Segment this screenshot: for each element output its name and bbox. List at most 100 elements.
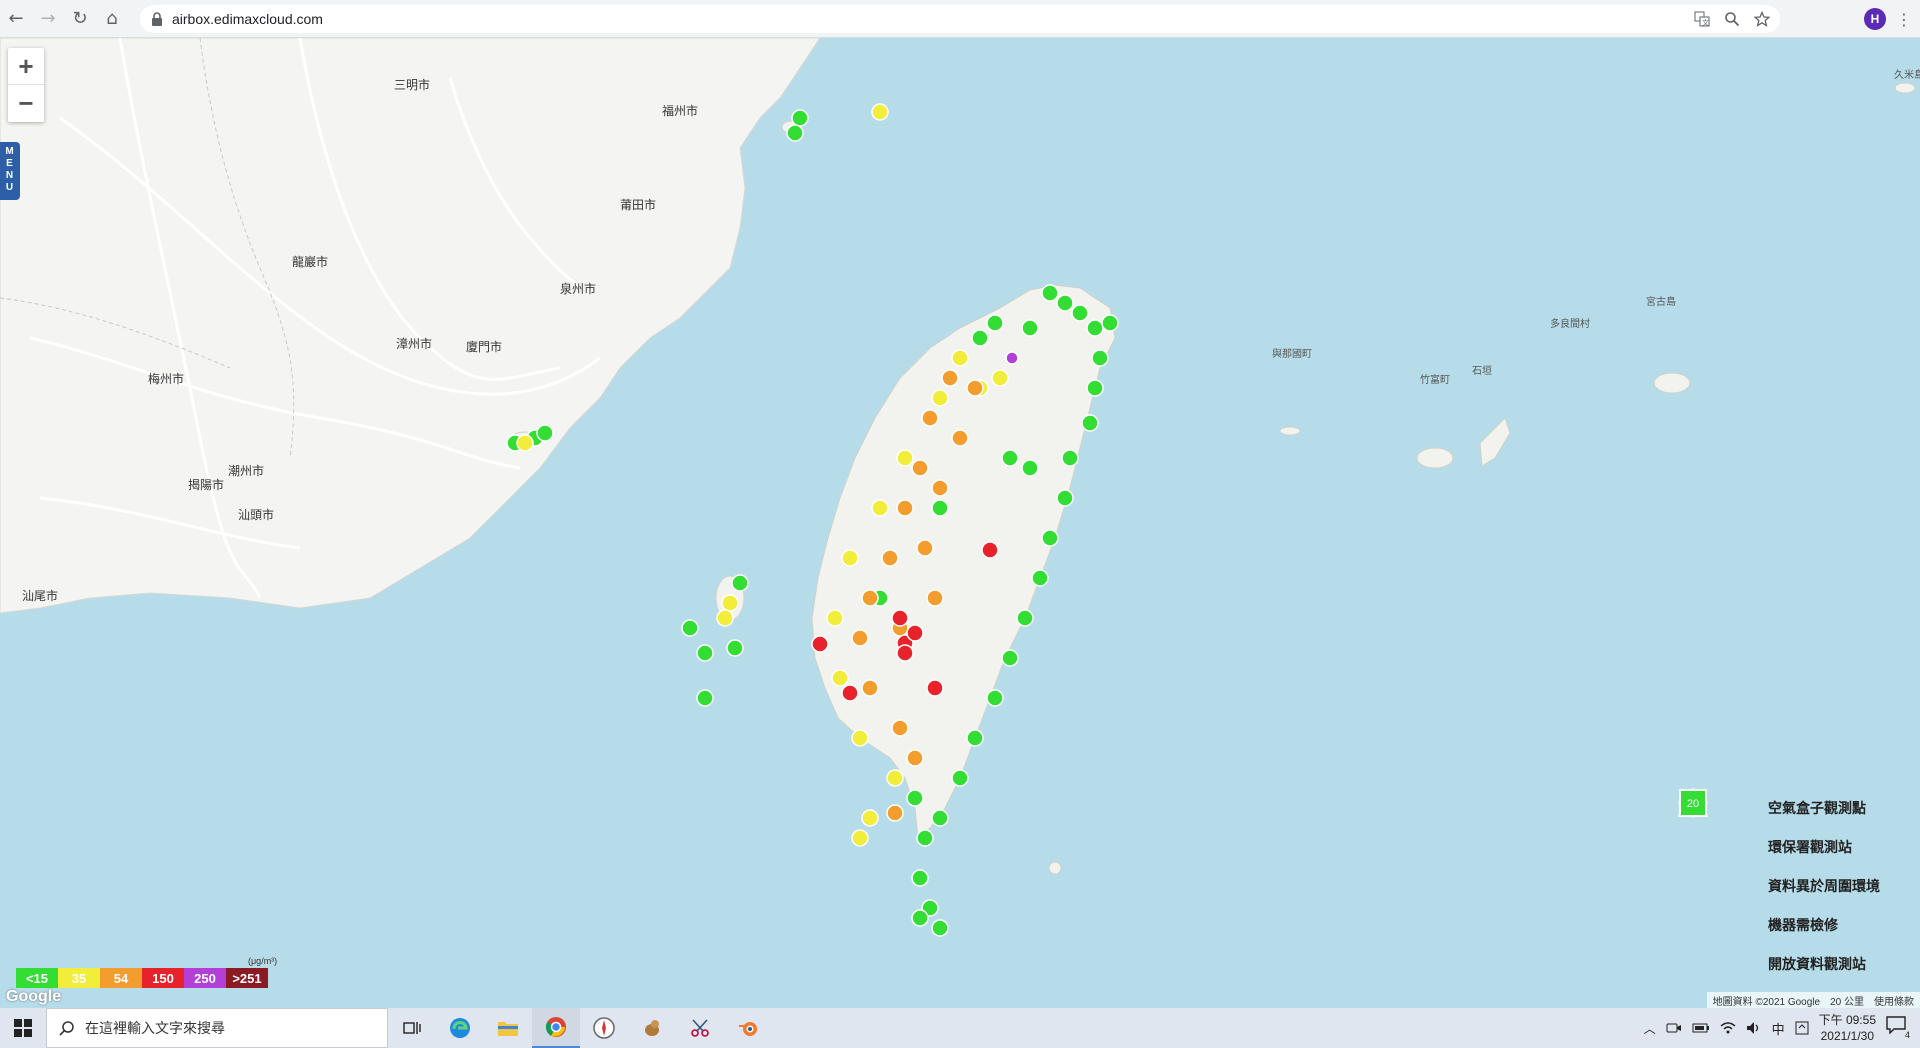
bookmark-star-icon[interactable] (1754, 11, 1770, 27)
city-label: 多良間村 (1550, 319, 1590, 330)
translate-icon[interactable]: 文 (1694, 11, 1710, 27)
zoom-icon[interactable] (1724, 11, 1740, 27)
legend-label: 環保署觀測站 (1768, 838, 1852, 855)
zoom-control: + − (8, 48, 44, 122)
clock-time: 下午 09:55 (1818, 1013, 1876, 1027)
attribution-text: 地圖資料 ©2021 Google (1712, 997, 1821, 1008)
city-label: 汕頭市 (238, 508, 275, 522)
search-placeholder: 在這裡輸入文字來搜尋 (85, 1020, 225, 1036)
map-canvas[interactable]: 三明市 福州市 莆田市 龍巖市 泉州市 漳州市 廈門市 梅州市 潮州市 揭陽市 … (0, 38, 1920, 1008)
svg-text:20: 20 (1687, 798, 1699, 810)
cone-icon (1678, 789, 1710, 937)
clock[interactable]: 下午 09:55 2021/1/30 (1819, 1012, 1876, 1044)
meet-now-icon[interactable] (1666, 1020, 1682, 1036)
legend-diamond-marker: 20 (1678, 788, 1756, 862)
notification-center-button[interactable]: 4 (1886, 1016, 1910, 1040)
legend-label: 空氣盒子觀測點 (1768, 799, 1866, 816)
legend-row: 20 環保署觀測站 (1678, 788, 1908, 866)
browser-toolbar: ← → ↻ ⌂ airbox.edimaxcloud.com 文 H ⋮ (0, 0, 1920, 38)
legend-row: 20 機器需檢修 (1678, 788, 1908, 944)
google-logo: Google (6, 988, 62, 1005)
chrome-app[interactable] (532, 1008, 580, 1048)
city-label: 龍巖市 (292, 255, 329, 269)
file-explorer-app[interactable] (484, 1008, 532, 1048)
wifi-icon[interactable] (1720, 1021, 1736, 1035)
scale-cell: 150 (142, 968, 184, 988)
clock-date: 2021/1/30 (1820, 1029, 1874, 1043)
zoom-in-button[interactable]: + (8, 48, 44, 85)
menu-kebab-icon[interactable]: ⋮ (1896, 10, 1912, 29)
yonaguni-island (1279, 426, 1301, 436)
lock-icon (152, 12, 162, 26)
bird-app[interactable] (628, 1008, 676, 1048)
city-label: 福州市 (662, 104, 699, 118)
windows-logo-icon (14, 1019, 32, 1037)
menu-tab-button[interactable]: M E N U (0, 142, 20, 200)
reload-button[interactable]: ↻ (64, 3, 96, 35)
scale-cell: >251 (226, 968, 268, 988)
legend-row: 20 空氣盒子觀測點 (1678, 788, 1908, 827)
scissors-icon (691, 1019, 709, 1037)
open-data-icon (1678, 792, 1710, 976)
legend-house-marker: 20 (1679, 788, 1756, 901)
back-button[interactable]: ← (0, 3, 32, 35)
city-label: 久米島 (1894, 70, 1920, 81)
city-label: 泉州市 (560, 282, 597, 296)
bird-icon (645, 1020, 659, 1036)
scale-cell: 54 (100, 968, 142, 988)
city-label: 竹富町 (1420, 375, 1450, 386)
city-label: 與那國町 (1272, 349, 1312, 360)
svg-text:文: 文 (1702, 18, 1709, 27)
legend-triangle-marker: 20 (1678, 788, 1756, 940)
legend-row: 20 資料異於周圍環境 (1678, 788, 1908, 905)
chrome-icon (545, 1017, 566, 1037)
city-label: 汕尾市 (22, 589, 59, 603)
blender-icon (739, 1022, 757, 1036)
epa-building-icon (1678, 789, 1710, 859)
edge-app[interactable] (436, 1008, 484, 1048)
battery-icon[interactable] (1692, 1021, 1710, 1035)
city-label: 宮古島 (1646, 297, 1676, 308)
search-icon (59, 1021, 74, 1036)
kumejima-island (1894, 82, 1916, 94)
edge-icon (450, 1018, 470, 1038)
legend-label: 資料異於周圍環境 (1768, 877, 1880, 894)
ime-indicator[interactable]: 中 (1772, 1019, 1785, 1038)
home-button[interactable]: ⌂ (96, 3, 128, 35)
city-label: 梅州市 (148, 372, 185, 386)
miyako-island (1653, 372, 1691, 394)
tray-chevron-icon[interactable]: ︿ (1644, 1020, 1656, 1037)
ime-mode-icon[interactable] (1795, 1021, 1809, 1035)
city-label: 廈門市 (466, 340, 503, 354)
city-label: 潮州市 (228, 464, 265, 478)
task-view-button[interactable] (388, 1008, 436, 1048)
pm25-color-scale: <15 35 54 150 250 >251 (16, 968, 268, 988)
scale-text: 20 公里 (1830, 997, 1864, 1008)
terms-link[interactable]: 使用條款 (1874, 993, 1914, 1008)
city-label: 莆田市 (620, 198, 657, 212)
snipping-app[interactable] (676, 1008, 724, 1048)
house-icon (1678, 789, 1710, 898)
scale-cell: <15 (16, 968, 58, 988)
legend-row: 20 開放資料觀測站 (1678, 789, 1908, 983)
zoom-out-button[interactable]: − (8, 85, 44, 121)
scale-unit: (μg/m³) (248, 956, 278, 966)
city-label: 石垣 (1472, 366, 1492, 377)
address-bar[interactable]: airbox.edimaxcloud.com 文 (140, 5, 1780, 33)
system-tray: ︿ 中 下午 09:55 2021/1/30 4 (1644, 1008, 1920, 1048)
city-label: 三明市 (394, 78, 431, 92)
forward-button[interactable]: → (32, 3, 64, 35)
windows-taskbar: 在這裡輸入文字來搜尋 ︿ 中 下午 09:55 2021/1/30 4 (0, 1008, 1920, 1048)
greenisland (1048, 861, 1062, 875)
taskbar-search[interactable]: 在這裡輸入文字來搜尋 (46, 1008, 388, 1048)
city-label: 漳州市 (396, 337, 433, 351)
legend-label: 開放資料觀測站 (1768, 955, 1866, 972)
compass-icon (593, 1017, 615, 1039)
ishigaki-island (1479, 417, 1511, 467)
blender-app[interactable] (724, 1008, 772, 1048)
volume-icon[interactable] (1746, 1021, 1762, 1035)
profile-avatar[interactable]: H (1864, 8, 1886, 30)
compass-app[interactable] (580, 1008, 628, 1048)
start-button[interactable] (0, 1008, 46, 1048)
scale-cell: 250 (184, 968, 226, 988)
